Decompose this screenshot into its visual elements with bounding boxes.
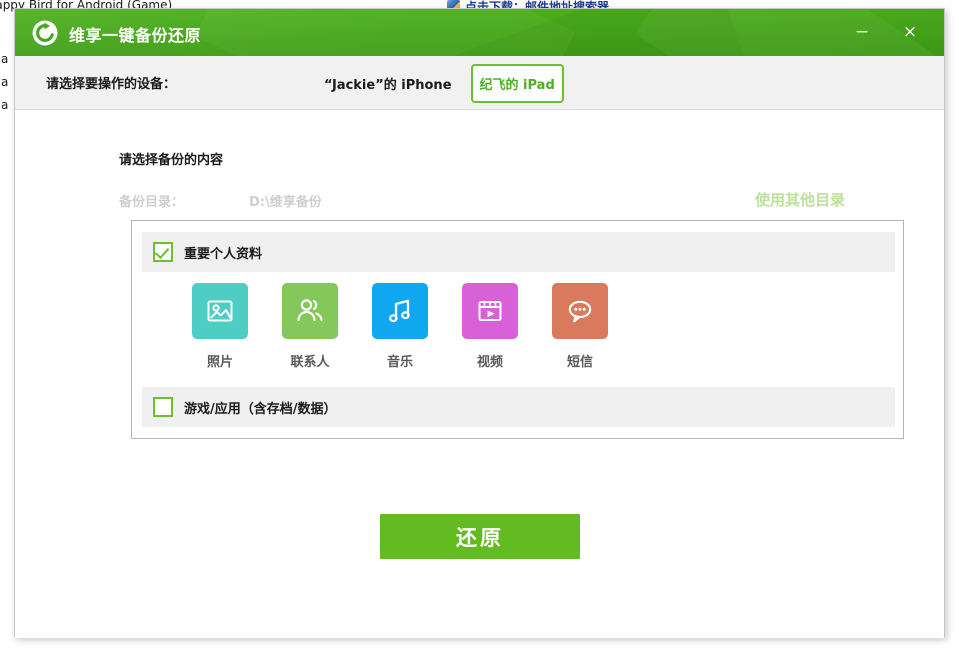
category-label-music: 音乐 [386,355,413,370]
background-line-1: Ha [0,52,9,66]
category-grid: 照片 联系人 音乐 视频 短信 [192,283,672,370]
checkbox-personal-data[interactable] [153,242,173,262]
device-chip-ipad[interactable]: 纪飞的 iPad [470,64,564,103]
main-content: 请选择备份的内容 备份目录： D:\维享备份 使用其他目录 重要个人资料 照片 … [15,110,944,638]
photo-tile [192,283,248,339]
contacts-icon [297,299,323,322]
category-label-video: 视频 [476,355,503,370]
device-chip-ipad-label: 纪飞的 iPad [479,78,555,93]
backup-selection-panel: 重要个人资料 照片 联系人 音乐 视频 短信 游戏/应用（含存档/数据） [131,220,904,439]
category-item-video[interactable]: 视频 [462,283,518,370]
background-line-2: Ha [0,75,9,89]
minimize-button[interactable]: − [842,9,882,56]
category-item-sms[interactable]: 短信 [552,283,608,370]
category-label-contacts: 联系人 [290,355,330,370]
group-row-personal-data[interactable]: 重要个人资料 [142,232,895,272]
minimize-icon: − [854,22,870,42]
music-tile [372,283,428,339]
category-item-contacts[interactable]: 联系人 [282,283,338,370]
window-title: 维享一键备份还原 [69,26,202,45]
application-window: 维享一键备份还原 − × 请选择要操作的设备： “Jackie”的 iPhone… [14,8,945,638]
category-item-photos[interactable]: 照片 [192,283,248,370]
device-chip-iphone[interactable]: “Jackie”的 iPhone [315,64,461,103]
category-label-sms: 短信 [566,355,593,370]
device-selection-bar: 请选择要操作的设备： “Jackie”的 iPhone 纪飞的 iPad [15,56,944,110]
video-tile [462,283,518,339]
music-icon [389,299,410,323]
contacts-tile [282,283,338,339]
checkbox-apps-games-label: 游戏/应用（含存档/数据） [184,401,337,417]
video-icon [478,301,502,321]
sms-tile [552,283,608,339]
photo-icon [207,300,233,322]
device-list: “Jackie”的 iPhone 纪飞的 iPad [315,64,564,103]
background-line-3: Ha [0,98,9,112]
close-button[interactable]: × [890,9,930,56]
checkbox-personal-data-label: 重要个人资料 [184,246,263,262]
device-chip-iphone-label: “Jackie”的 iPhone [324,78,452,93]
backup-directory-value: D:\维享备份 [249,195,322,210]
backup-directory-label: 备份目录： [119,195,185,210]
device-prompt-label: 请选择要操作的设备： [46,77,177,92]
section-title: 请选择备份的内容 [119,153,224,168]
category-item-music[interactable]: 音乐 [372,283,428,370]
restore-button[interactable]: 还原 [380,514,580,559]
restore-circular-arrow-icon [32,20,58,46]
title-bar[interactable]: 维享一键备份还原 − × [15,9,944,56]
group-row-apps-games[interactable]: 游戏/应用（含存档/数据） [142,387,895,427]
sms-icon [568,300,592,323]
category-label-photos: 照片 [206,355,233,370]
change-directory-link[interactable]: 使用其他目录 [755,189,845,210]
close-icon: × [902,22,918,42]
checkbox-apps-games[interactable] [153,397,173,417]
